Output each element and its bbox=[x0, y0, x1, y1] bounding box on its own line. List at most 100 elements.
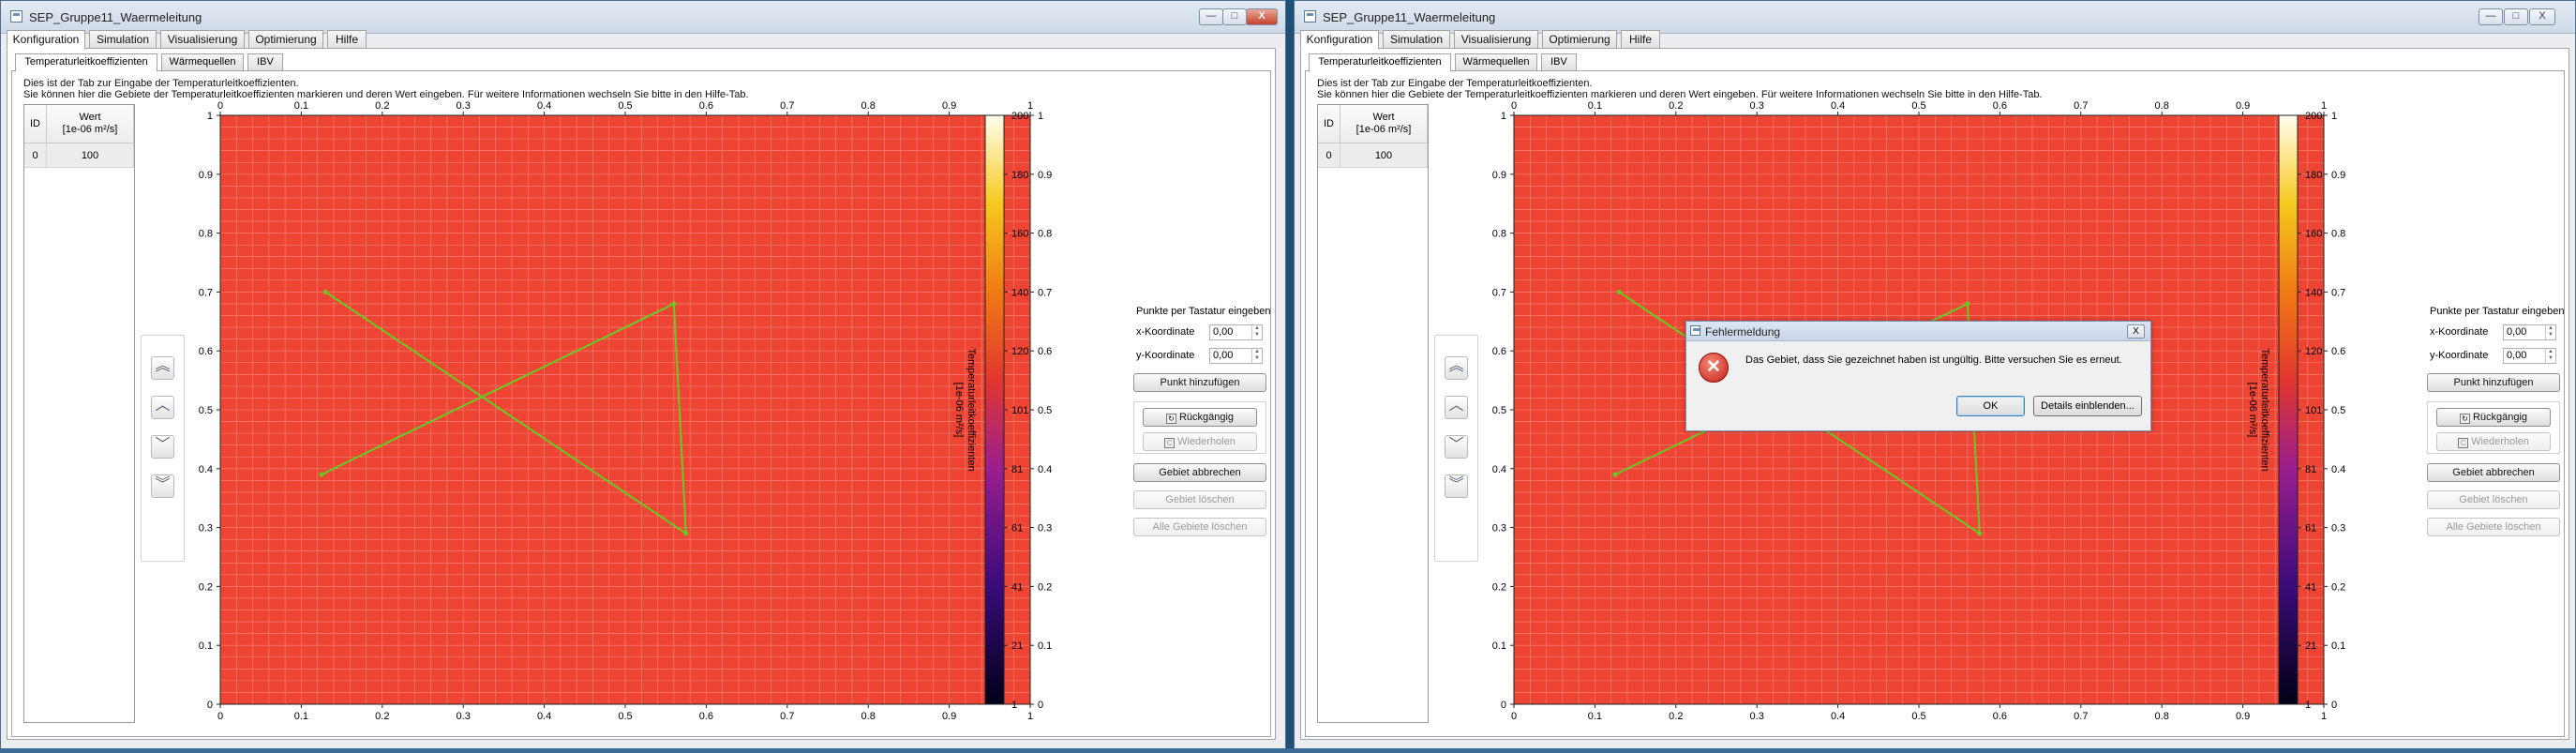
x-tick-label-top: 0.4 bbox=[1831, 100, 1845, 112]
x-tick-label-top: 0.1 bbox=[1588, 100, 1602, 112]
redo-icon: C bbox=[1164, 438, 1176, 448]
tab-simulation[interactable]: Simulation bbox=[89, 30, 157, 49]
table-cell-value[interactable]: 100 bbox=[1340, 143, 1428, 168]
colorbar-tick-label: 180 bbox=[2305, 170, 2322, 181]
ok-button[interactable]: OK bbox=[1956, 396, 2025, 416]
subtab-ibv[interactable]: IBV bbox=[1541, 53, 1577, 71]
colorbar-tick-label: 41 bbox=[2305, 581, 2316, 593]
x-tick-label: 1 bbox=[2321, 711, 2327, 722]
x-koordinate-spinbox[interactable]: 0,00 ▲ ▼ bbox=[2503, 324, 2556, 340]
maximize-button[interactable]: □ bbox=[1222, 8, 1247, 25]
y-koordinate-spinbox[interactable]: 0,00 ▲ ▼ bbox=[1209, 348, 1263, 364]
minimize-button[interactable]: — bbox=[2479, 8, 2503, 25]
y-tick-label: 0.3 bbox=[199, 523, 213, 535]
tab-hilfe[interactable]: Hilfe bbox=[327, 30, 367, 49]
spin-arrows-icon[interactable]: ▲ ▼ bbox=[1251, 325, 1262, 339]
x-tick-label: 0.7 bbox=[780, 711, 794, 722]
window-title: SEP_Gruppe11_Waermeleitung bbox=[1323, 10, 1496, 24]
dialog-close-button[interactable]: X bbox=[2127, 324, 2145, 339]
maximize-button[interactable]: □ bbox=[2504, 8, 2528, 25]
tab-visualisierung[interactable]: Visualisierung bbox=[1454, 30, 1538, 49]
table-cell-value[interactable]: 100 bbox=[47, 143, 134, 168]
add-point-button[interactable]: Punkt hinzufügen bbox=[2427, 373, 2560, 392]
tab-visualisierung[interactable]: Visualisierung bbox=[160, 30, 245, 49]
delete-all-areas-button[interactable]: Alle Gebiete löschen bbox=[2427, 518, 2560, 536]
y-tick-label: 0.9 bbox=[1492, 170, 1506, 181]
spin-arrows-icon[interactable]: ▲ ▼ bbox=[2545, 349, 2555, 363]
x-tick-label-top: 0.3 bbox=[457, 100, 471, 112]
x-tick-label: 1 bbox=[1027, 711, 1033, 722]
undo-button[interactable]: ↻ Rückgängig bbox=[1143, 408, 1257, 427]
y-koordinate-label: y-Koordinate bbox=[1136, 350, 1195, 361]
subtab-waermequellen[interactable]: Wärmequellen bbox=[161, 53, 244, 71]
table-header-id[interactable]: ID bbox=[24, 105, 47, 143]
x-tick-label-top: 0.6 bbox=[699, 100, 713, 112]
delete-area-button[interactable]: Gebiet löschen bbox=[2427, 490, 2560, 509]
table-header-wert[interactable]: Wert [1e-06 m²/s] bbox=[47, 105, 134, 143]
tab-optimierung[interactable]: Optimierung bbox=[248, 30, 323, 49]
delete-all-areas-button[interactable]: Alle Gebiete löschen bbox=[1133, 518, 1266, 536]
y-tick-label-right: 0.4 bbox=[1038, 464, 1052, 475]
x-tick-label: 0.6 bbox=[699, 711, 713, 722]
x-tick-label: 0.2 bbox=[1669, 711, 1683, 722]
title-bar[interactable]: SEP_Gruppe11_Waermeleitung — □ X bbox=[1, 1, 1285, 34]
y-tick-label: 0.7 bbox=[199, 287, 213, 298]
table-header-wert[interactable]: Wert [1e-06 m²/s] bbox=[1340, 105, 1428, 143]
dialog-title-bar[interactable]: Fehlermeldung X bbox=[1686, 322, 2150, 341]
colorbar-tick-label: 180 bbox=[1011, 170, 1028, 181]
y-tick-label: 0.6 bbox=[199, 346, 213, 357]
spin-arrows-icon[interactable]: ▲ ▼ bbox=[2545, 325, 2555, 339]
subtab-waermequellen[interactable]: Wärmequellen bbox=[1455, 53, 1537, 71]
close-button[interactable]: X bbox=[1246, 8, 1278, 25]
x-tick-label: 0.3 bbox=[1750, 711, 1764, 722]
tab-hilfe[interactable]: Hilfe bbox=[1621, 30, 1660, 49]
y-tick-label-right: 0.6 bbox=[1038, 346, 1052, 357]
colorbar-tick-label: 200 bbox=[1011, 111, 1028, 122]
colorbar-tick-label: 21 bbox=[1011, 640, 1023, 652]
redo-button[interactable]: C Wiederholen bbox=[2436, 432, 2551, 451]
colorbar-tick-label: 81 bbox=[2305, 464, 2316, 475]
redo-button[interactable]: C Wiederholen bbox=[1143, 432, 1257, 451]
table-cell-id[interactable]: 0 bbox=[24, 143, 47, 168]
y-tick-label-right: 0.9 bbox=[1038, 170, 1052, 181]
error-icon: ✕ bbox=[1699, 353, 1729, 383]
cancel-area-button[interactable]: Gebiet abbrechen bbox=[2427, 463, 2560, 482]
y-tick-label: 0 bbox=[207, 700, 213, 711]
tab-simulation[interactable]: Simulation bbox=[1383, 30, 1450, 49]
table-header-id[interactable]: ID bbox=[1318, 105, 1340, 143]
details-button[interactable]: Details einblenden... bbox=[2033, 396, 2142, 416]
y-tick-label-right: 0.8 bbox=[2331, 229, 2345, 240]
add-point-button[interactable]: Punkt hinzufügen bbox=[1133, 373, 1266, 392]
x-tick-label: 0.5 bbox=[618, 711, 632, 722]
drawing-plot[interactable]: 000.10.10.20.20.30.30.40.40.50.50.60.60.… bbox=[160, 98, 1098, 735]
subtab-ibv[interactable]: IBV bbox=[247, 53, 283, 71]
x-tick-label-top: 0.3 bbox=[1750, 100, 1764, 112]
x-tick-label-top: 0.1 bbox=[294, 100, 308, 112]
colorbar-tick-label: 21 bbox=[2305, 640, 2316, 652]
subtab-temperaturleitkoeffizienten[interactable]: Temperaturleitkoeffizienten bbox=[1309, 53, 1451, 72]
y-koordinate-spinbox[interactable]: 0,00 ▲ ▼ bbox=[2503, 348, 2556, 364]
spin-arrows-icon[interactable]: ▲ ▼ bbox=[1251, 349, 1262, 363]
minimize-button[interactable]: — bbox=[1199, 8, 1223, 25]
tab-konfiguration[interactable]: Konfiguration bbox=[7, 30, 85, 50]
undo-button[interactable]: ↻ Rückgängig bbox=[2436, 408, 2551, 427]
tab-optimierung[interactable]: Optimierung bbox=[1542, 30, 1617, 49]
close-button[interactable]: X bbox=[2529, 8, 2555, 25]
tab-konfiguration[interactable]: Konfiguration bbox=[1300, 30, 1379, 50]
x-koordinate-spinbox[interactable]: 0,00 ▲ ▼ bbox=[1209, 324, 1263, 340]
undo-redo-group: ↻ Rückgängig C Wiederholen bbox=[1133, 401, 1266, 454]
y-tick-label: 1 bbox=[1501, 111, 1506, 122]
table-cell-id[interactable]: 0 bbox=[1318, 143, 1340, 168]
colorbar-unit-label: [1e-06 m²/s] bbox=[953, 383, 965, 438]
title-bar[interactable]: SEP_Gruppe11_Waermeleitung — □ X bbox=[1295, 1, 2575, 34]
y-tick-label-right: 0.7 bbox=[2331, 287, 2345, 298]
x-tick-label-top: 0 bbox=[1511, 100, 1517, 112]
colorbar-tick-label: 1 bbox=[2305, 700, 2311, 711]
subtab-temperaturleitkoeffizienten[interactable]: Temperaturleitkoeffizienten bbox=[15, 53, 157, 72]
coefficient-table[interactable]: ID Wert [1e-06 m²/s] 0 100 bbox=[23, 104, 135, 723]
coefficient-table[interactable]: ID Wert [1e-06 m²/s] 0 100 bbox=[1317, 104, 1429, 723]
cancel-area-button[interactable]: Gebiet abbrechen bbox=[1133, 463, 1266, 482]
x-tick-label-top: 0.9 bbox=[2236, 100, 2250, 112]
delete-area-button[interactable]: Gebiet löschen bbox=[1133, 490, 1266, 509]
colorbar-label: Temperaturleitkoeffizienten bbox=[2259, 348, 2270, 471]
